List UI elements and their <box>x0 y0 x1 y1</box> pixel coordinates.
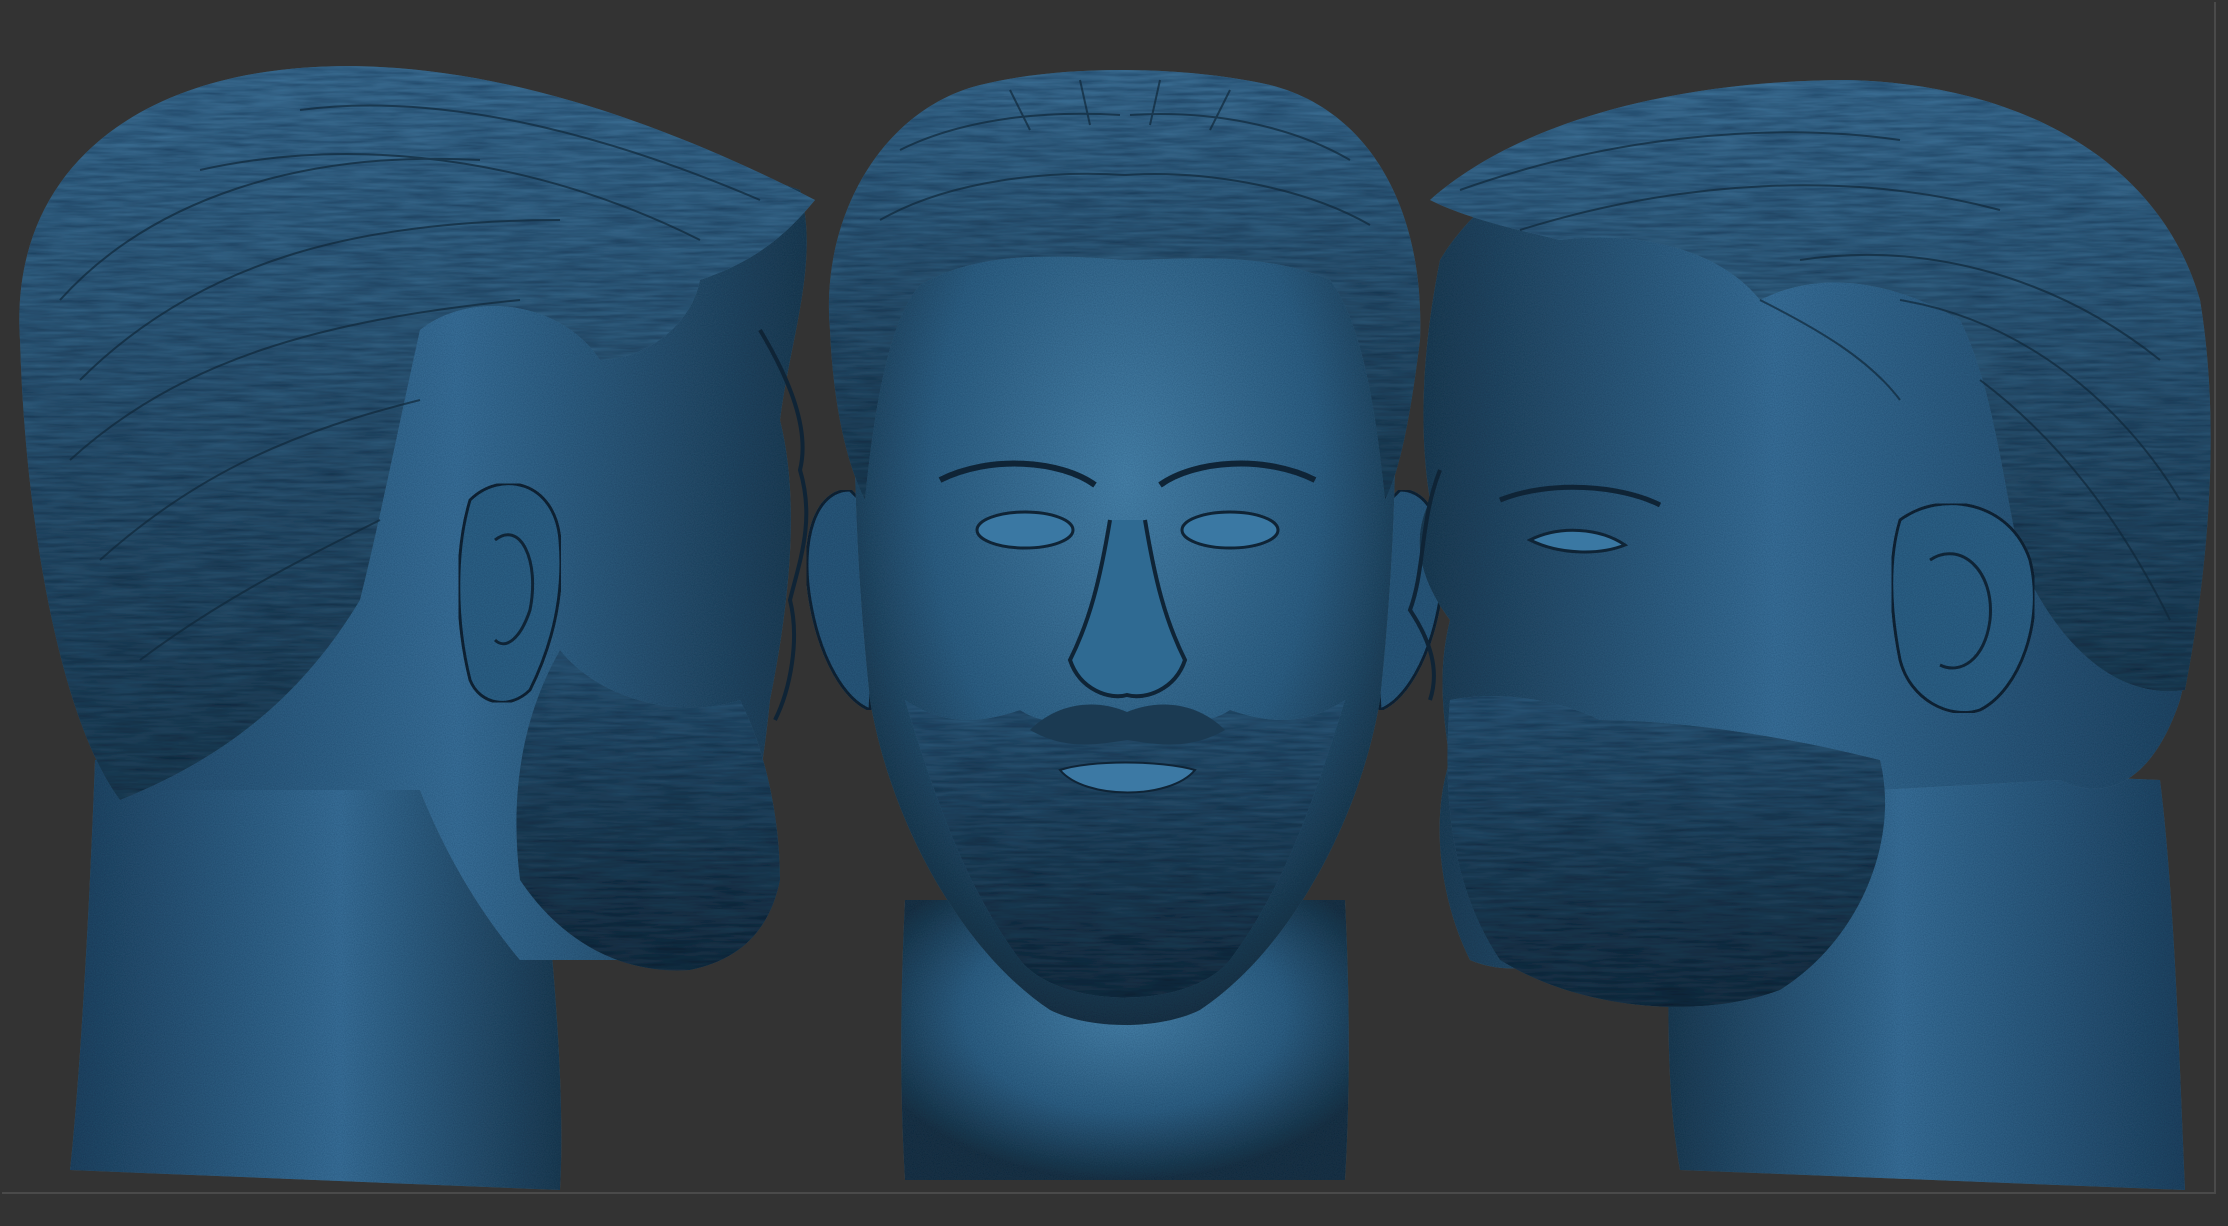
sculpt-render[interactable] <box>0 0 2228 1226</box>
head-right-profile[interactable] <box>1407 80 2211 1190</box>
zbrush-viewport[interactable] <box>0 0 2228 1226</box>
head-left-profile[interactable] <box>19 66 815 1190</box>
front-left-eye <box>975 510 1075 550</box>
front-right-eye <box>1180 510 1280 550</box>
head-front[interactable] <box>805 70 1445 1180</box>
